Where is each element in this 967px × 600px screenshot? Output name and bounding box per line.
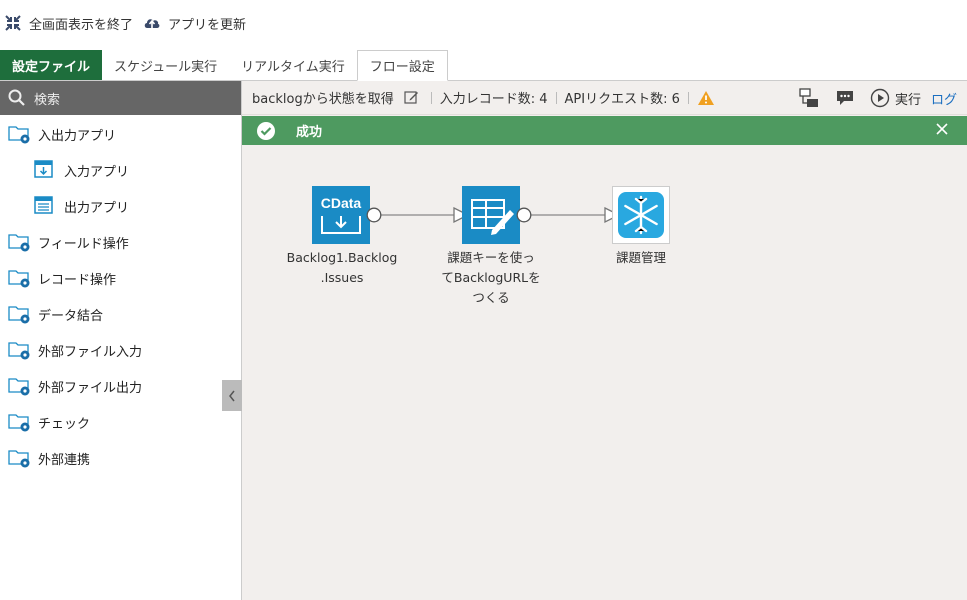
sidebar-item-input-app[interactable]: 入力アプリ — [0, 156, 242, 184]
update-app-label: アプリを更新 — [168, 17, 247, 33]
sidebar-item-external-file-input[interactable]: 外部ファイル入力 — [0, 336, 242, 364]
sidebar: 検索 入出力アプリ 入力アプリ 出力アプリ フィールド操作 レコード操作 データ… — [0, 81, 242, 600]
sidebar-item-external-integration[interactable]: 外部連携 — [0, 444, 242, 472]
sidebar-item-io-apps[interactable]: 入出力アプリ — [0, 120, 242, 148]
sidebar-item-field-ops[interactable]: フィールド操作 — [0, 228, 242, 256]
folder-gear-icon — [8, 447, 32, 469]
folder-gear-icon — [8, 411, 32, 433]
sidebar-item-external-file-output[interactable]: 外部ファイル出力 — [0, 372, 214, 400]
exit-fullscreen-button[interactable]: 全画面表示を終了 — [4, 14, 133, 33]
output-app-icon — [34, 195, 58, 217]
folder-gear-icon — [8, 339, 32, 361]
folder-gear-icon — [8, 375, 32, 397]
input-app-icon — [34, 159, 58, 181]
tab-bar: 設定ファイル スケジュール実行 リアルタイム実行 フロー設定 — [0, 50, 967, 81]
sidebar-item-label: 外部ファイル出力 — [38, 380, 143, 396]
node-label-line: てBacklogURLを — [441, 270, 541, 285]
sidebar-item-label: 外部ファイル入力 — [38, 344, 143, 360]
sidebar-item-label: データ結合 — [38, 308, 104, 324]
sidebar-item-label: 出力アプリ — [64, 200, 130, 216]
sidebar-item-label: レコード操作 — [38, 272, 117, 288]
search-input[interactable]: 検索 — [34, 89, 60, 108]
collapse-sidebar-button[interactable] — [222, 380, 242, 411]
search-bar[interactable]: 検索 — [0, 81, 241, 115]
table-edit-icon — [462, 186, 520, 244]
tab-realtime-run[interactable]: リアルタイム実行 — [229, 50, 357, 80]
sidebar-item-label: 入出力アプリ — [38, 128, 117, 144]
node-label-line: 課題管理 — [615, 250, 666, 265]
tab-settings-file[interactable]: 設定ファイル — [0, 50, 103, 80]
sidebar-item-label: 入力アプリ — [64, 164, 130, 180]
folder-gear-icon — [8, 231, 32, 253]
sidebar-item-label: 外部連携 — [38, 452, 91, 468]
node-label: 課題キーを使っ てBacklogURLを つくる — [431, 248, 551, 308]
flow-canvas-area: backlogから状態を取得 入力レコード数: 4 APIリクエスト数: 6 実… — [242, 81, 967, 600]
folder-gear-icon — [8, 303, 32, 325]
flow-node-make-url[interactable] — [462, 186, 520, 244]
node-label-line: .Issues — [320, 270, 364, 285]
snowflake-icon — [612, 186, 670, 244]
top-toolbar: 全画面表示を終了 アプリを更新 — [0, 0, 967, 46]
update-app-button[interactable]: アプリを更新 — [143, 14, 246, 33]
chevron-left-icon — [229, 390, 235, 401]
sidebar-item-label: チェック — [38, 416, 91, 432]
node-label-line: つくる — [472, 290, 510, 305]
flow-node-cdata-input[interactable]: CData — [312, 186, 370, 244]
cdata-icon: CData — [312, 186, 370, 244]
node-label-line: Backlog1.Backlog — [286, 250, 398, 265]
exit-fullscreen-label: 全画面表示を終了 — [29, 17, 134, 33]
output-port-icon[interactable] — [516, 207, 532, 223]
node-label-line: 課題キーを使っ — [447, 250, 535, 265]
output-port-icon[interactable] — [366, 207, 382, 223]
tab-schedule-run[interactable]: スケジュール実行 — [102, 50, 229, 80]
cloud-upload-icon — [143, 14, 161, 32]
exit-fullscreen-icon — [4, 14, 22, 32]
folder-gear-icon — [8, 123, 32, 145]
search-icon — [8, 89, 26, 107]
folder-gear-icon — [8, 267, 32, 289]
sidebar-item-data-join[interactable]: データ結合 — [0, 300, 242, 328]
flow-node-issue-management[interactable] — [612, 186, 670, 244]
tab-flow-settings[interactable]: フロー設定 — [356, 50, 448, 81]
node-label: Backlog1.Backlog .Issues — [282, 248, 402, 288]
sidebar-item-record-ops[interactable]: レコード操作 — [0, 264, 242, 292]
flow-connectors — [381, 206, 621, 224]
sidebar-item-output-app[interactable]: 出力アプリ — [0, 192, 242, 220]
cdata-icon-text: CData — [321, 195, 362, 211]
sidebar-item-label: フィールド操作 — [38, 236, 129, 252]
sidebar-item-check[interactable]: チェック — [0, 408, 242, 436]
node-label: 課題管理 — [582, 248, 700, 268]
